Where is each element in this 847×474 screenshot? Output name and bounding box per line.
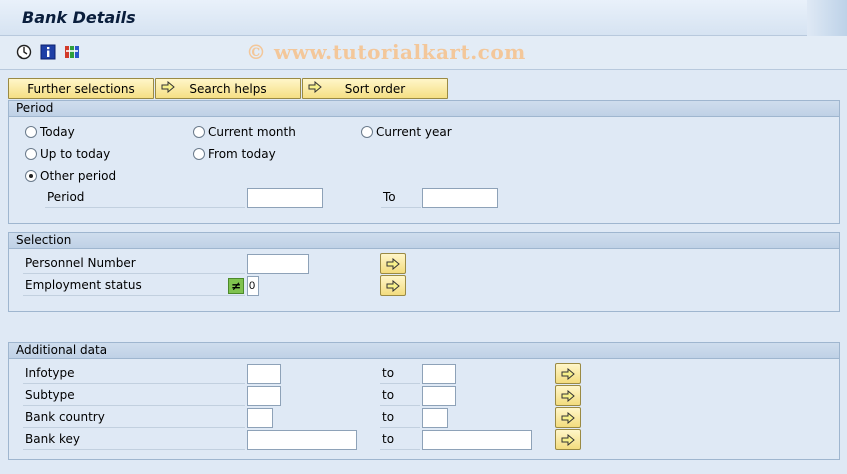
radio-circle[interactable]: [25, 148, 37, 160]
radio-circle[interactable]: [193, 148, 205, 160]
employment-status-label: Employment status: [23, 276, 245, 296]
bank-country-label: Bank country: [23, 408, 245, 428]
subtype-to-label: to: [380, 386, 420, 406]
sort-order-button[interactable]: Sort order: [302, 78, 448, 99]
arrow-right-icon: [386, 257, 400, 270]
selection-group: Selection Personnel Number Employment st…: [8, 232, 840, 312]
search-helps-label: Search helps: [189, 81, 267, 96]
infotype-from-input[interactable]: [247, 364, 281, 384]
employment-status-input[interactable]: [247, 276, 259, 296]
multiple-selection-button[interactable]: [380, 253, 406, 274]
further-selections-label: Further selections: [27, 81, 135, 96]
radio-from-today-label: From today: [208, 147, 276, 161]
multiple-selection-button[interactable]: [555, 363, 581, 384]
radio-circle[interactable]: [193, 126, 205, 138]
period-group: Period Today Current month Current year …: [8, 100, 840, 224]
sort-order-label: Sort order: [344, 81, 406, 96]
multiple-selection-button[interactable]: [555, 385, 581, 406]
period-group-title: Period: [9, 101, 839, 117]
bank-country-from-input[interactable]: [247, 408, 273, 428]
period-to-label: To: [381, 188, 421, 208]
info-icon[interactable]: [40, 44, 56, 60]
not-equal-icon[interactable]: ≠: [228, 278, 244, 294]
radio-current-year[interactable]: Current year: [361, 125, 452, 139]
arrow-right-icon: [386, 279, 400, 292]
application-toolbar: © www.tutorialkart.com: [0, 36, 847, 70]
radio-circle-selected[interactable]: [25, 170, 37, 182]
multiple-selection-button[interactable]: [555, 407, 581, 428]
additional-data-group: Additional data Infotype to Subtype to B…: [8, 342, 840, 460]
period-to-input[interactable]: [422, 188, 498, 208]
radio-circle[interactable]: [361, 126, 373, 138]
radio-today[interactable]: Today: [25, 125, 75, 139]
bank-country-to-input[interactable]: [422, 408, 448, 428]
arrow-right-icon: [561, 433, 575, 446]
radio-up-to-today-label: Up to today: [40, 147, 111, 161]
selection-options-icon[interactable]: [64, 44, 80, 60]
radio-other-period[interactable]: Other period: [25, 169, 116, 183]
additional-data-group-title: Additional data: [9, 343, 839, 359]
arrow-right-icon: [308, 81, 322, 93]
arrow-right-icon: [561, 411, 575, 424]
subtype-label: Subtype: [23, 386, 245, 406]
period-from-input[interactable]: [247, 188, 323, 208]
radio-today-label: Today: [40, 125, 75, 139]
title-bar-corner: [807, 0, 847, 36]
radio-circle[interactable]: [25, 126, 37, 138]
period-label: Period: [45, 188, 245, 208]
search-helps-button[interactable]: Search helps: [155, 78, 301, 99]
radio-current-month-label: Current month: [208, 125, 296, 139]
radio-current-month[interactable]: Current month: [193, 125, 296, 139]
subtype-from-input[interactable]: [247, 386, 281, 406]
further-selections-button[interactable]: Further selections: [8, 78, 154, 99]
bank-key-to-input[interactable]: [422, 430, 532, 450]
radio-other-period-label: Other period: [40, 169, 117, 183]
personnel-number-input[interactable]: [247, 254, 309, 274]
multiple-selection-button[interactable]: [555, 429, 581, 450]
page-title: Bank Details: [22, 8, 136, 27]
arrow-right-icon: [561, 367, 575, 380]
title-bar: Bank Details: [0, 0, 847, 36]
radio-current-year-label: Current year: [376, 125, 452, 139]
watermark-text: © www.tutorialkart.com: [246, 40, 526, 64]
radio-from-today[interactable]: From today: [193, 147, 276, 161]
bank-key-to-label: to: [380, 430, 420, 450]
arrow-right-icon: [561, 389, 575, 402]
bank-country-to-label: to: [380, 408, 420, 428]
bank-key-label: Bank key: [23, 430, 245, 450]
arrow-right-icon: [161, 81, 175, 93]
multiple-selection-button[interactable]: [380, 275, 406, 296]
selection-group-title: Selection: [9, 233, 839, 249]
subtype-to-input[interactable]: [422, 386, 456, 406]
bank-key-from-input[interactable]: [247, 430, 357, 450]
personnel-number-label: Personnel Number: [23, 254, 245, 274]
infotype-to-label: to: [380, 364, 420, 384]
infotype-to-input[interactable]: [422, 364, 456, 384]
execute-icon[interactable]: [16, 44, 32, 60]
radio-up-to-today[interactable]: Up to today: [25, 147, 110, 161]
infotype-label: Infotype: [23, 364, 245, 384]
